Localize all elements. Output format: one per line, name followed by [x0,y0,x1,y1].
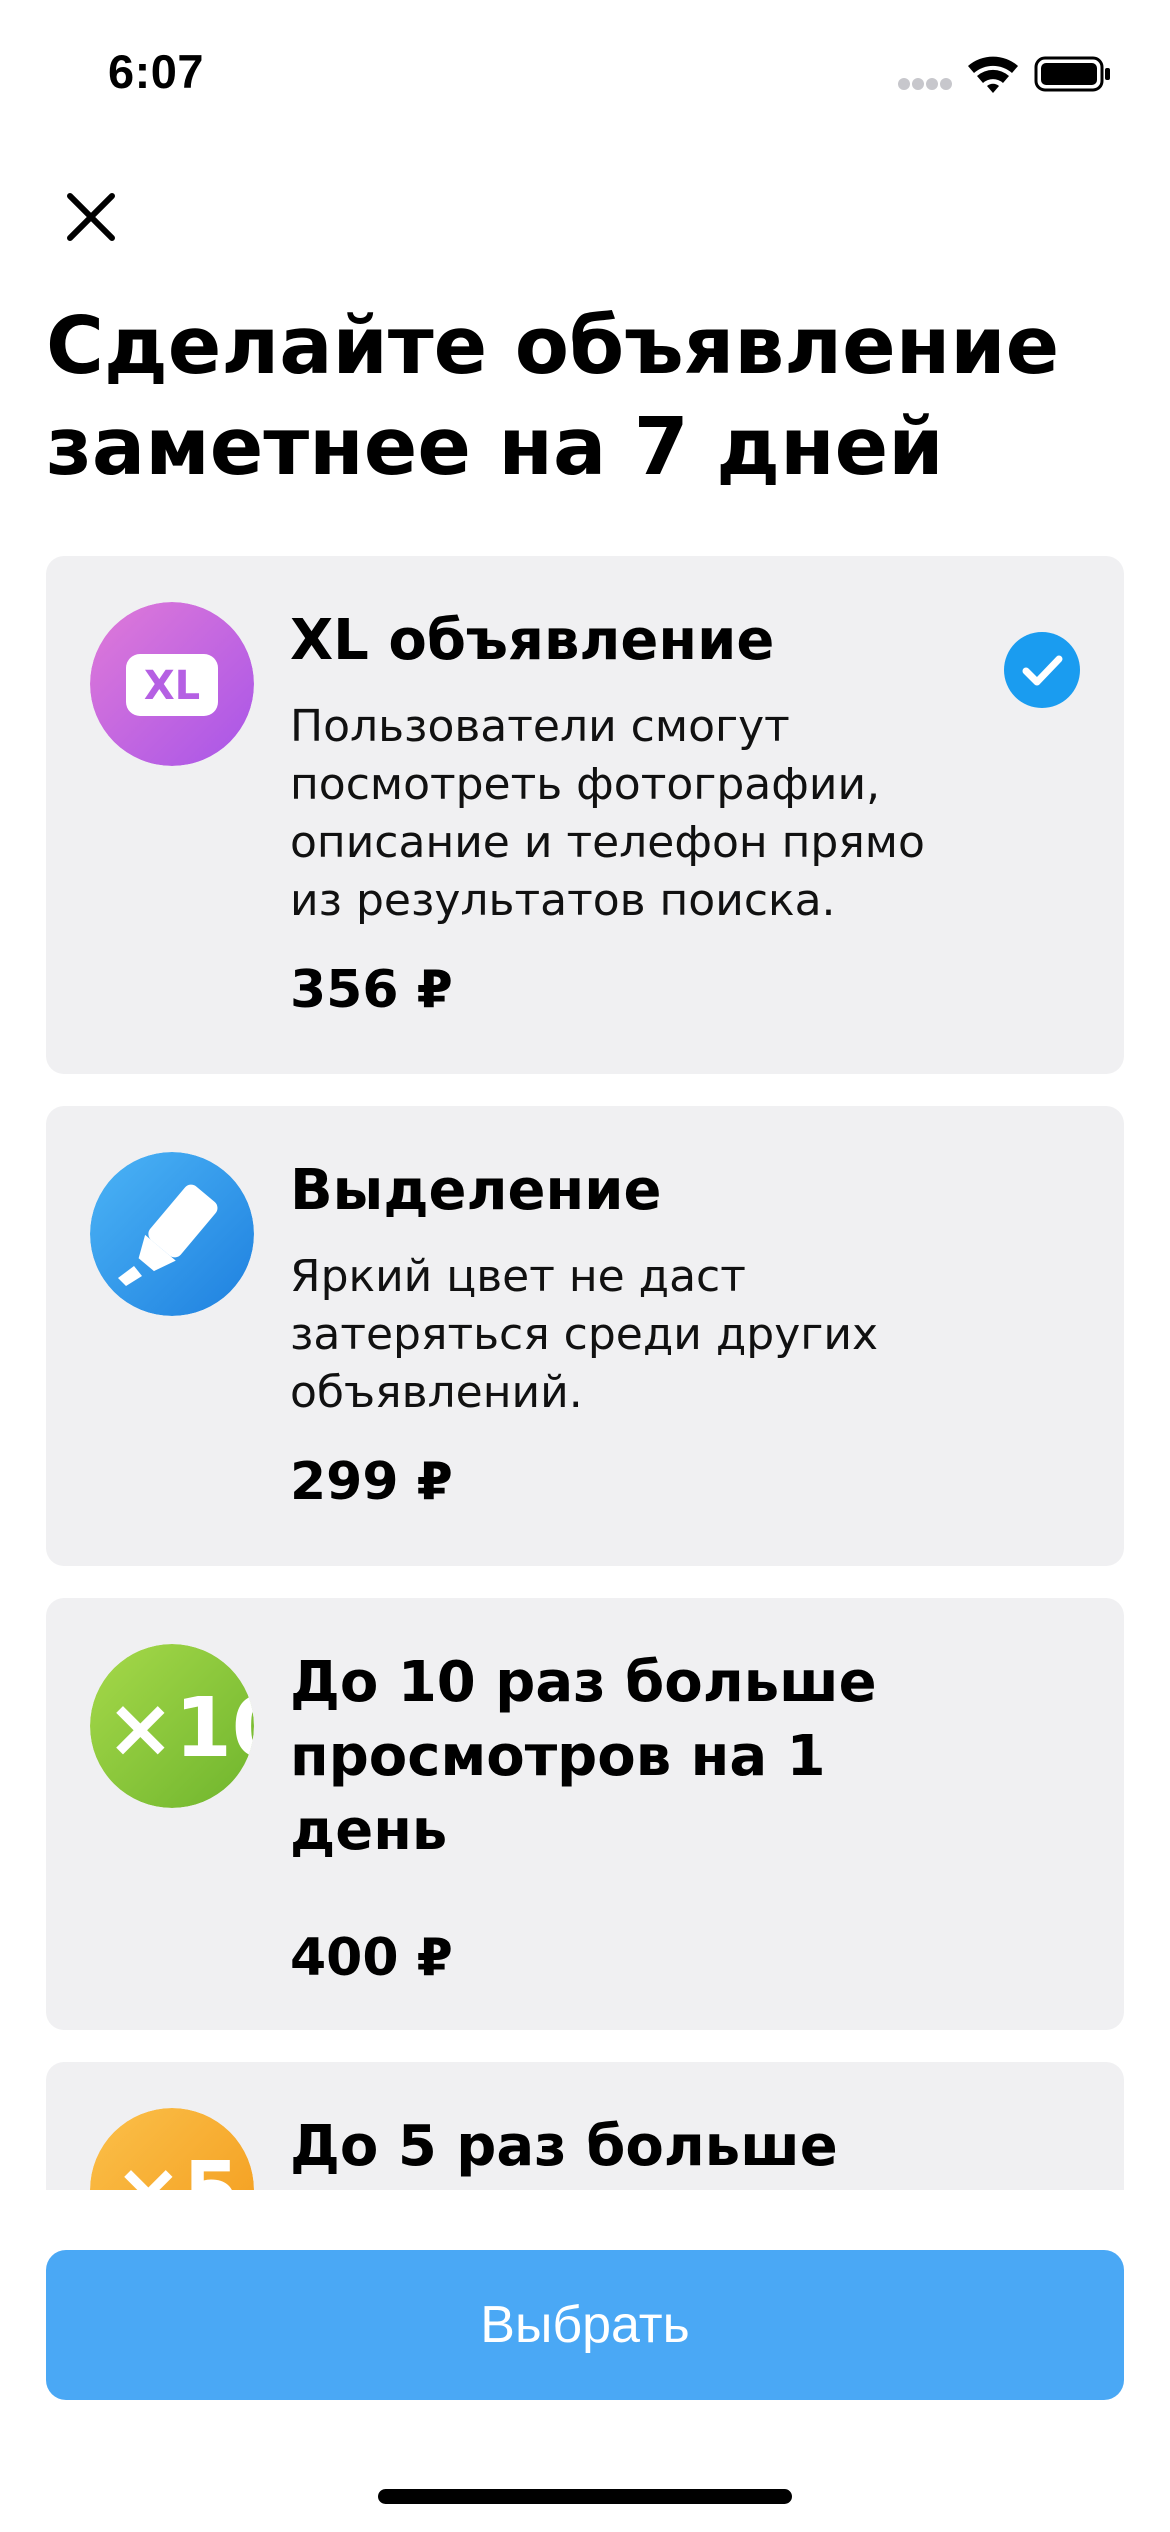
option-title: До 5 раз больше [290,2114,838,2179]
option-card-x5[interactable]: ×5 До 5 раз больше [46,2062,1124,2190]
option-price: 400 ₽ [290,1928,453,1988]
option-title: XL объявление [290,608,775,673]
status-bar: 6:07 [0,0,1170,150]
option-price: 356 ₽ [290,960,453,1020]
highlighter-icon [90,1152,254,1316]
option-price: 299 ₽ [290,1452,453,1512]
option-card-x10[interactable]: ×10 До 10 раз больше просмотров на 1 ден… [46,1598,1124,2030]
xl-badge-icon: XL [90,602,254,766]
select-button[interactable]: Выбрать [46,2250,1124,2400]
x10-views-icon: ×10 [90,1644,254,1808]
x5-icon-text: ×5 [114,2145,240,2190]
option-description: Пользователи смогут посмотреть фотографи… [290,701,925,926]
close-icon [67,193,115,241]
status-time: 6:07 [108,45,205,98]
status-icons [894,52,1114,96]
options-list[interactable]: XL XL объявление Пользователи смогут пос… [46,556,1124,2190]
x5-views-icon: ×5 [90,2108,254,2190]
cellular-signal-icon [898,78,952,90]
wifi-icon [968,56,1018,93]
home-indicator[interactable] [378,2489,792,2504]
xl-badge-text: XL [144,663,200,709]
x10-icon-text: ×10 [106,1681,254,1776]
selected-check-icon [1004,632,1080,708]
battery-icon [1034,56,1110,92]
option-title: До 10 раз больше просмотров на 1 день [290,1650,877,1863]
option-card-highlight[interactable]: Выделение Яркий цвет не даст затеряться … [46,1106,1124,1566]
page-title: Сделайте объявление заметнее на 7 дней [46,300,1060,493]
close-button[interactable] [56,182,126,252]
option-title: Выделение [290,1158,662,1223]
option-description: Яркий цвет не даст затеряться среди друг… [290,1251,879,1418]
option-card-xl[interactable]: XL XL объявление Пользователи смогут пос… [46,556,1124,1074]
